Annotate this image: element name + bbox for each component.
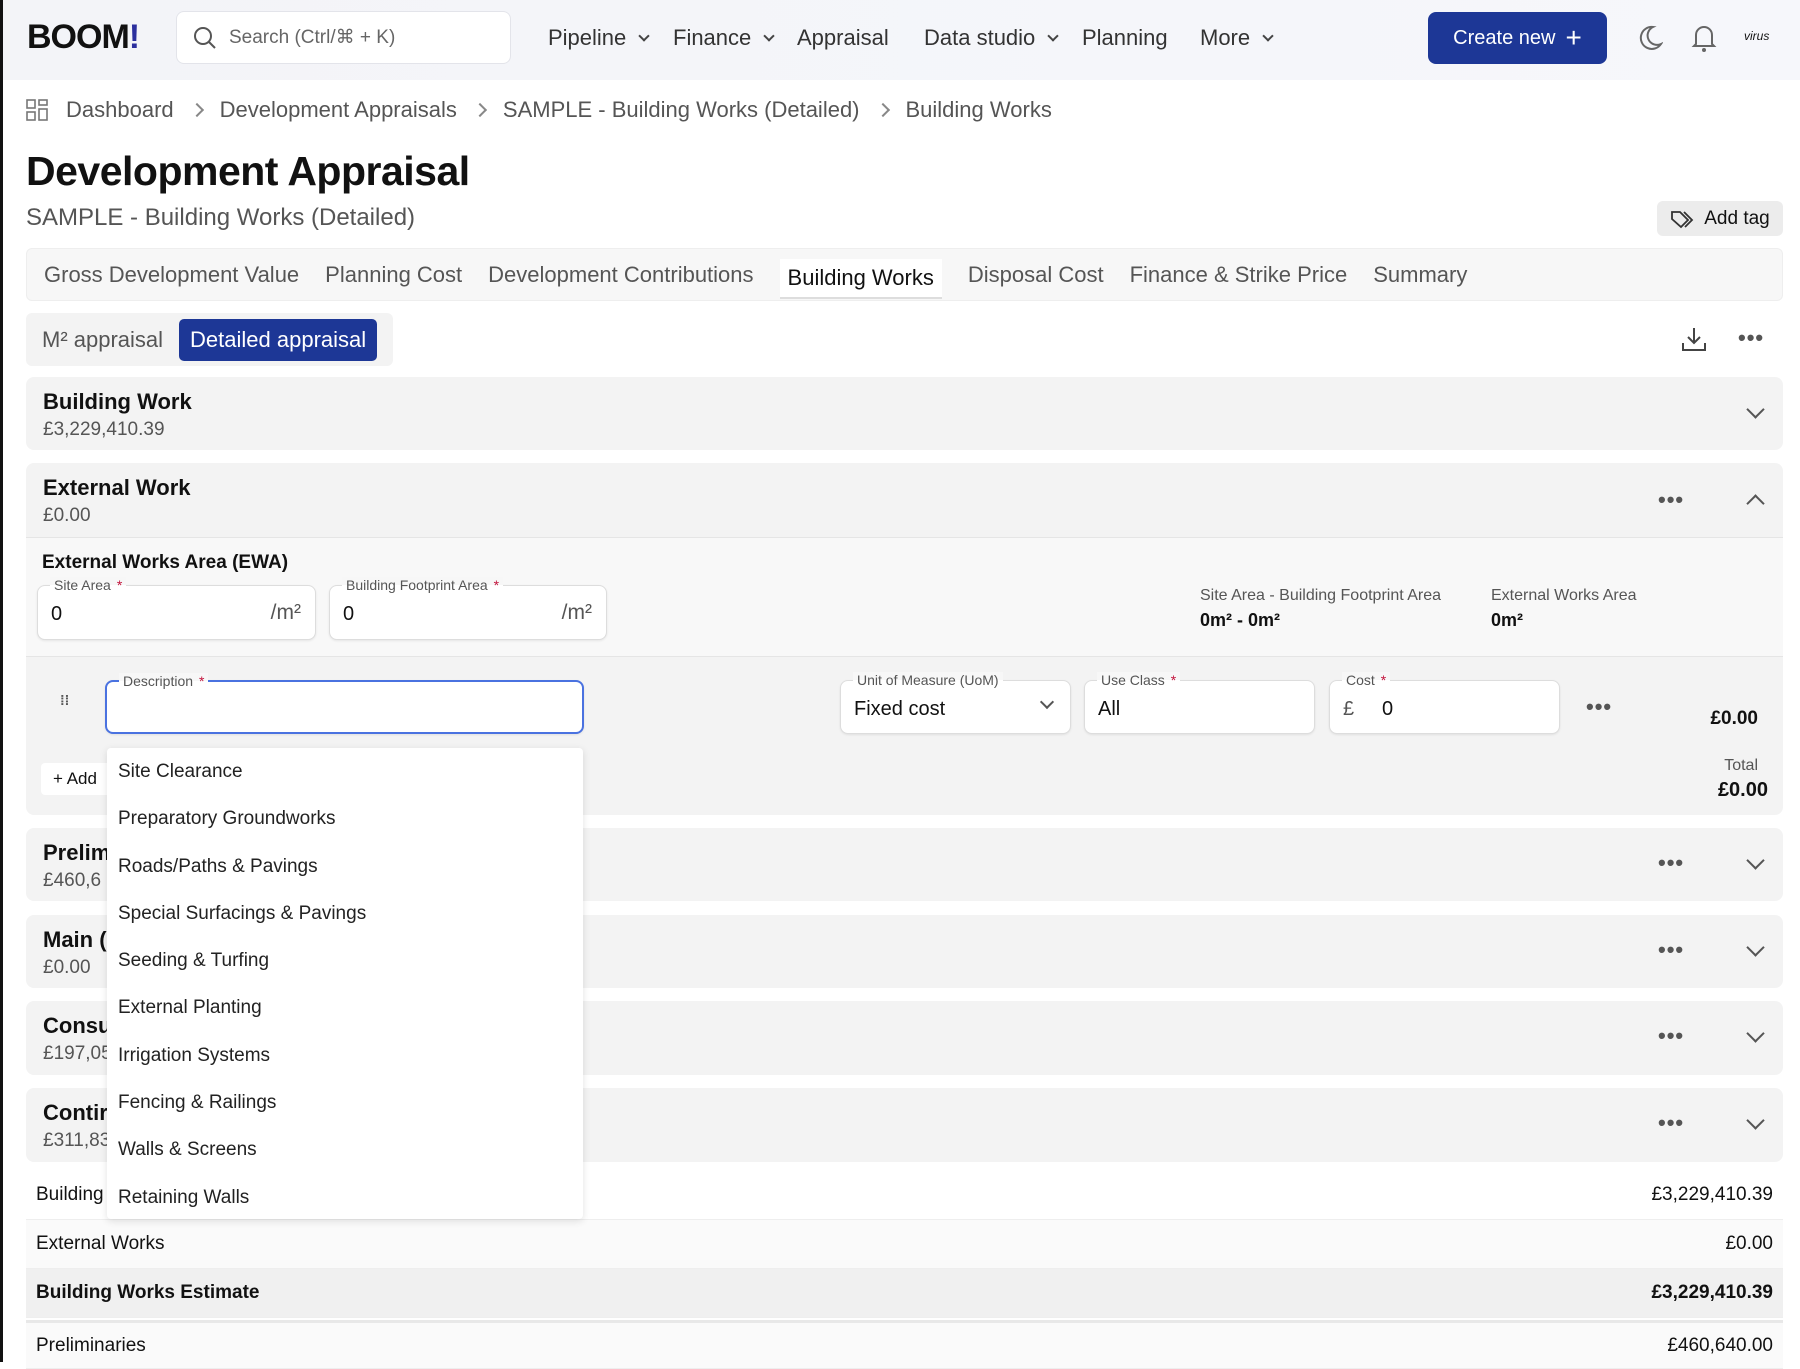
dropdown-option[interactable]: Retaining Walls (107, 1174, 583, 1221)
breadcrumb-building-works: Building Works (905, 97, 1052, 122)
dropdown-option[interactable]: Irrigation Systems (107, 1032, 583, 1079)
search-input[interactable]: Search (Ctrl/⌘ + K) (176, 11, 511, 64)
page-subtitle: SAMPLE - Building Works (Detailed) (26, 204, 416, 231)
dropdown-option[interactable]: Seeding & Turfing (107, 937, 583, 984)
building-footprint-input[interactable]: Building Footprint Area * 0/m² (329, 577, 607, 640)
dropdown-option[interactable]: Preparatory Groundworks (107, 795, 583, 842)
moon-icon[interactable] (1637, 24, 1663, 52)
tab-development-contributions[interactable]: Development Contributions (488, 262, 753, 288)
tab-planning-cost[interactable]: Planning Cost (325, 262, 462, 288)
more-options-icon[interactable]: ••• (1658, 487, 1684, 513)
nav-planning[interactable]: Planning (1082, 25, 1168, 51)
total-value: £0.00 (1717, 779, 1768, 801)
bell-icon[interactable] (1691, 23, 1717, 53)
add-line-button[interactable]: + Add (41, 763, 111, 795)
calc-label: Site Area - Building Footprint Area (1200, 587, 1442, 604)
cost-input[interactable]: Cost * £0 (1329, 672, 1560, 734)
more-options-icon[interactable]: ••• (1658, 1023, 1684, 1049)
chevron-down-icon[interactable] (1746, 938, 1765, 957)
nav-finance[interactable]: Finance (673, 25, 779, 51)
search-placeholder: Search (Ctrl/⌘ + K) (229, 27, 396, 48)
line-total: £0.00 (1710, 708, 1758, 729)
nav-appraisal[interactable]: Appraisal (797, 25, 889, 51)
m2-appraisal-button[interactable]: M² appraisal (42, 327, 163, 353)
ewa-title: External Works Area (EWA) (42, 552, 289, 573)
tag-icon (1671, 210, 1694, 228)
total-label: Total (1724, 757, 1758, 774)
breadcrumb-sample[interactable]: SAMPLE - Building Works (Detailed) (503, 97, 860, 123)
dropdown-option[interactable]: External Planting (107, 984, 583, 1031)
logo[interactable]: BOOM! (27, 18, 140, 57)
tab-finance-strike-price[interactable]: Finance & Strike Price (1130, 262, 1348, 288)
more-options-icon[interactable]: ••• (1658, 850, 1684, 876)
chevron-up-icon[interactable] (1746, 494, 1765, 513)
breadcrumb: Dashboard Development Appraisals SAMPLE … (26, 97, 1052, 123)
chevron-down-icon (1047, 30, 1059, 42)
ewa-label: External Works Area (1491, 587, 1637, 604)
chevron-right-icon (472, 102, 487, 118)
plus-icon: + (1565, 22, 1582, 53)
nav-more[interactable]: More (1200, 25, 1278, 51)
search-icon (194, 26, 216, 49)
chevron-down-icon[interactable] (1746, 1111, 1765, 1130)
tab-gdv[interactable]: Gross Development Value (44, 262, 299, 288)
dropdown-option[interactable]: Roads/Paths & Pavings (107, 843, 583, 890)
chevron-down-icon[interactable] (1746, 1024, 1765, 1043)
tab-disposal-cost[interactable]: Disposal Cost (968, 262, 1104, 288)
dropdown-option[interactable]: Site Clearance (107, 748, 583, 795)
create-new-button[interactable]: Create new + (1428, 12, 1607, 64)
use-class-input[interactable]: Use Class * All (1084, 672, 1315, 734)
breadcrumb-dashboard[interactable]: Dashboard (66, 97, 174, 123)
nav-pipeline[interactable]: Pipeline (548, 25, 654, 51)
uom-select[interactable]: Unit of Measure (UoM) Fixed cost (840, 672, 1071, 734)
dropdown-option[interactable]: Fencing & Railings (107, 1079, 583, 1126)
chevron-down-icon[interactable] (1746, 851, 1765, 870)
add-tag-button[interactable]: Add tag (1657, 201, 1783, 236)
dashboard-icon (26, 99, 48, 121)
tab-summary[interactable]: Summary (1373, 262, 1467, 288)
description-input[interactable]: Description * (105, 673, 584, 734)
site-area-input[interactable]: Site Area * 0/m² (37, 577, 316, 640)
section-building-work[interactable]: Building Work £3,229,410.39 (26, 377, 1783, 450)
line-options-icon[interactable]: ••• (1586, 694, 1612, 720)
chevron-right-icon (189, 102, 204, 118)
drag-handle-icon[interactable]: ⁞⁞ (60, 693, 72, 707)
appraisal-tabs: Gross Development Value Planning Cost De… (26, 248, 1783, 301)
tab-building-works[interactable]: Building Works (779, 258, 942, 299)
chevron-down-icon (763, 30, 775, 42)
summary-row: External Works £0.00 (26, 1220, 1783, 1269)
chevron-down-icon (1262, 30, 1274, 42)
appraisal-mode-toggle: M² appraisal Detailed appraisal (26, 313, 393, 366)
detailed-appraisal-button[interactable]: Detailed appraisal (179, 318, 378, 361)
calc-value: 0m² - 0m² (1200, 610, 1281, 630)
chevron-down-icon (638, 30, 650, 42)
more-options-icon[interactable]: ••• (1658, 937, 1684, 963)
avatar[interactable]: virus (1744, 29, 1769, 43)
chevron-down-icon (1039, 694, 1055, 710)
dropdown-option[interactable]: Walls & Screens (107, 1126, 583, 1173)
chevron-right-icon (875, 102, 890, 118)
description-dropdown: Site Clearance Preparatory Groundworks R… (107, 748, 583, 1219)
dropdown-option[interactable]: Special Surfacings & Pavings (107, 890, 583, 937)
more-options-icon[interactable]: ••• (1658, 1110, 1684, 1136)
chevron-down-icon[interactable] (1746, 400, 1765, 419)
nav-data-studio[interactable]: Data studio (924, 25, 1063, 51)
download-icon[interactable] (1680, 325, 1708, 353)
breadcrumb-development-appraisals[interactable]: Development Appraisals (220, 97, 457, 123)
page-title: Development Appraisal (26, 148, 470, 194)
summary-row-estimate: Building Works Estimate £3,229,410.39 (26, 1269, 1783, 1318)
more-options-icon[interactable]: ••• (1738, 325, 1764, 351)
ewa-value: 0m² (1491, 610, 1524, 630)
